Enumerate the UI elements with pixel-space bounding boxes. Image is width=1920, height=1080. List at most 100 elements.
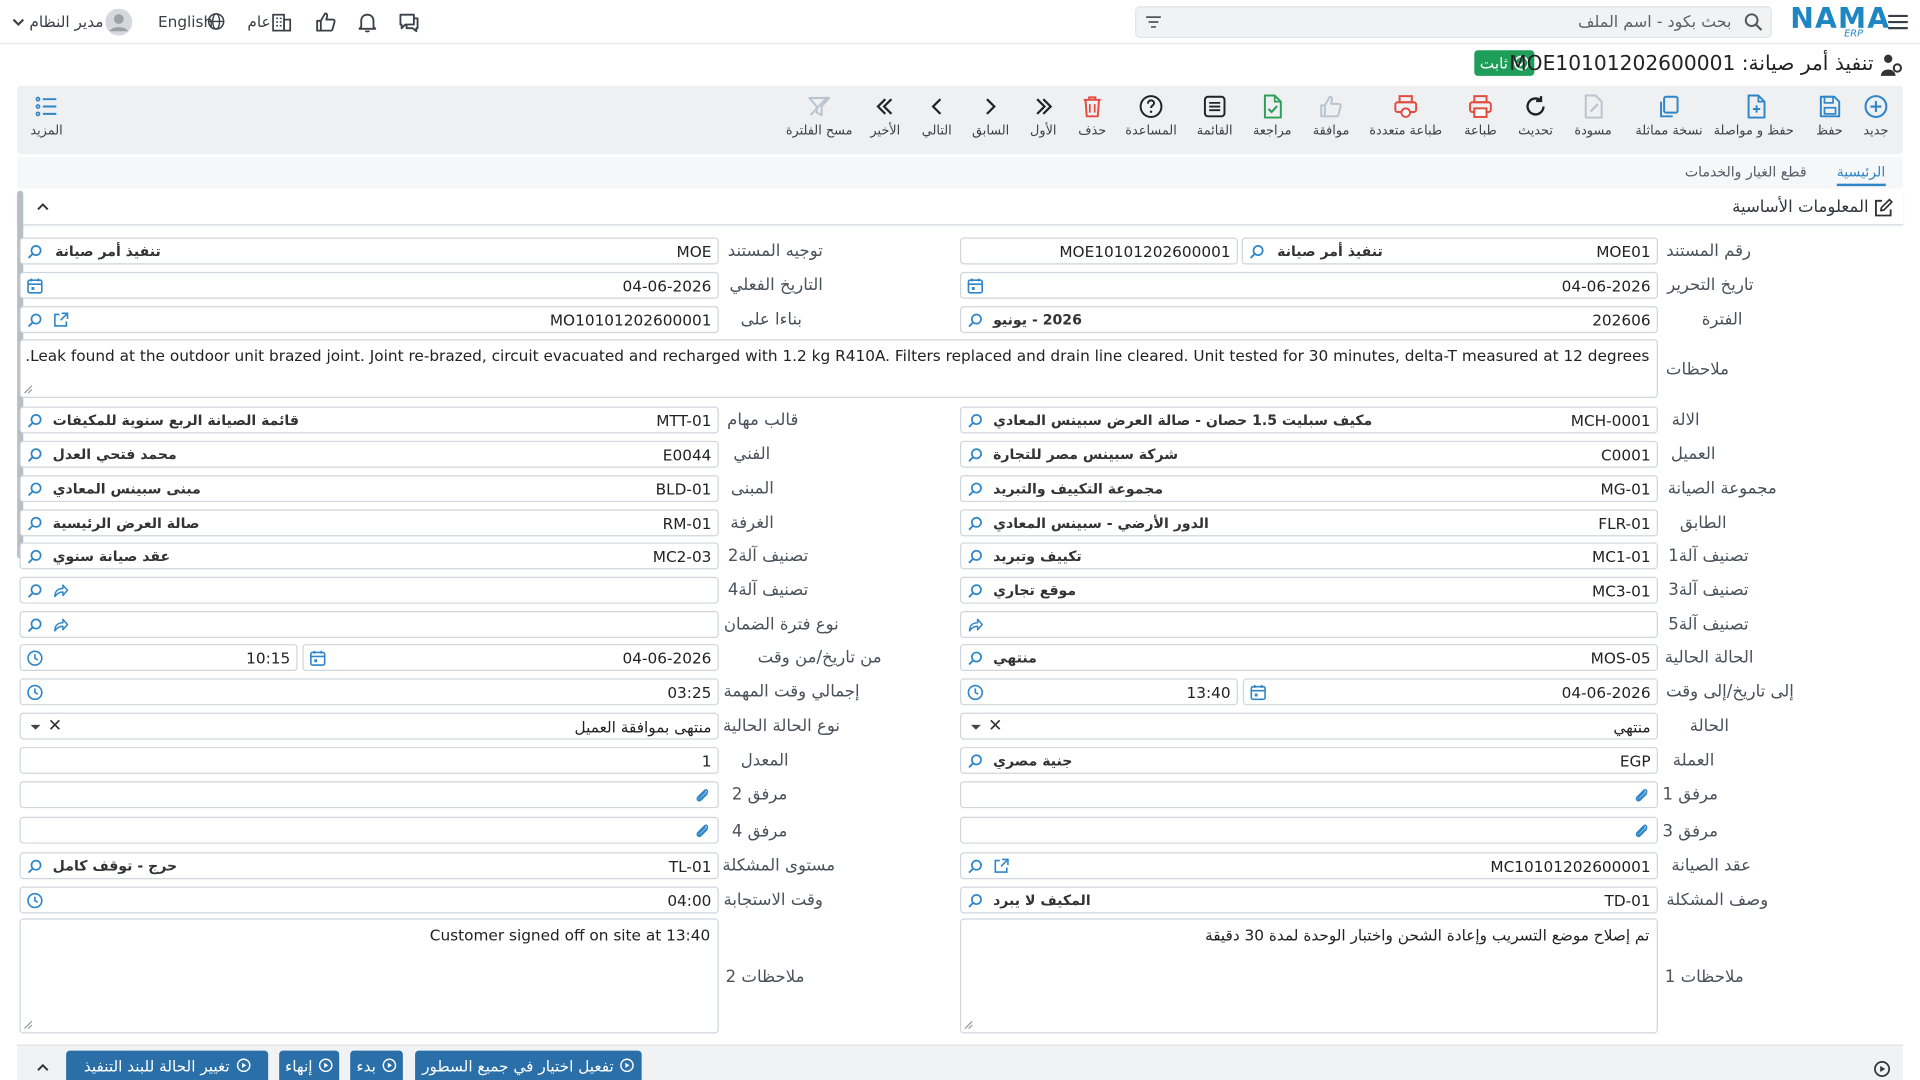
status-select[interactable]: منتهي ✕ [960, 712, 1658, 740]
maint-contract-label: عقد الصيانة [1671, 855, 1752, 876]
search-icon [27, 245, 42, 259]
notes-textarea[interactable]: Leak found at the outdoor unit brazed jo… [19, 339, 1658, 398]
user-name[interactable]: مدير النظام [29, 12, 103, 30]
nama-logo[interactable]: NAMA ERP [1790, 4, 1889, 41]
attachment2-field[interactable] [19, 781, 719, 809]
from-date-field[interactable]: 04-06-2026 [302, 644, 719, 672]
last-button[interactable]: الأخير [847, 93, 923, 138]
chevron-up-icon[interactable] [34, 198, 51, 215]
period-label: الفترة [1701, 309, 1743, 330]
actual-date-field[interactable]: 04-06-2026 [19, 271, 719, 299]
trash-icon [1079, 93, 1106, 120]
duplicate-button[interactable]: نسخة مماثلة [1631, 93, 1707, 138]
language-switch[interactable]: English [158, 12, 213, 30]
current-status-field[interactable]: MOS-05 منتهي [960, 644, 1658, 672]
based-on-field[interactable]: MO10101202600001 [19, 306, 719, 334]
search-icon [1249, 245, 1264, 259]
bell-icon[interactable] [355, 10, 379, 34]
edit-date-field[interactable]: 04-06-2026 [960, 271, 1658, 299]
clear-icon[interactable]: ✕ [48, 716, 62, 736]
avatar[interactable] [105, 8, 133, 36]
from-datetime-label: من تاريخ/من وقت [757, 647, 882, 668]
total-task-time-label: إجمالي وقت المهمة [723, 682, 860, 702]
maint-contract-field[interactable]: MC10101202600001 [960, 852, 1658, 880]
class1-field[interactable]: MC1-01 تكييف وتبريد [960, 542, 1658, 570]
tab-parts-services[interactable]: قطع الغيار والخدمات [1685, 163, 1807, 180]
to-date-field[interactable]: 04-06-2026 [1242, 678, 1658, 706]
to-time-field[interactable]: 13:40 [960, 678, 1238, 706]
search-input[interactable] [1170, 9, 1734, 35]
attachment3-field[interactable] [960, 816, 1658, 844]
floor-field[interactable]: FLR-01 الدور الأرضي - سبينس المعادي [960, 509, 1658, 537]
change-status-button[interactable]: تغيير الحالة للبند التنفيذ [66, 1050, 269, 1080]
maint-group-field[interactable]: MG-01 مجموعة التكييف والتبريد [960, 475, 1658, 503]
from-time-field[interactable]: 10:15 [19, 644, 298, 672]
based-on-label: بناءا على [740, 309, 803, 330]
response-time-field[interactable]: 04:00 [19, 886, 719, 914]
room-field[interactable]: RM-01 صالة العرض الرئيسية [19, 509, 719, 537]
save-icon [1816, 93, 1843, 120]
class3-field[interactable]: MC3-01 موقع تجاري [960, 576, 1658, 604]
hamburger-menu-icon[interactable] [1886, 10, 1910, 34]
doc-direction-field[interactable]: MOE تنفيذ أمر صيانة [19, 237, 719, 265]
building-field[interactable]: BLD-01 مبنى سبينس المعادي [19, 475, 719, 503]
attachment1-field[interactable] [960, 781, 1658, 809]
doc-number-field[interactable]: MOE01 تنفيذ أمر صيانة [1241, 237, 1658, 265]
start-button[interactable]: بدء [350, 1050, 403, 1080]
warranty-type-field[interactable] [19, 611, 719, 638]
multi-print-button[interactable]: طباعة متعددة [1368, 93, 1444, 138]
filter-lines-icon[interactable] [1145, 13, 1162, 30]
chevron-up-icon[interactable] [34, 1059, 51, 1076]
search-icon [968, 482, 982, 497]
resize-handle-icon [964, 1020, 973, 1030]
scope-label[interactable]: عام [247, 12, 270, 30]
search-box[interactable] [1135, 6, 1772, 38]
notes1-textarea[interactable]: تم إصلاح موضع التسريب وإعادة الشحن واختب… [960, 918, 1658, 1034]
apply-all-lines-button[interactable]: تفعيل اختيار في جميع السطور [415, 1050, 642, 1080]
period-field[interactable]: 202606 2026 - يونيو [960, 306, 1658, 334]
basic-info-section[interactable]: المعلومات الأساسية [17, 191, 1903, 226]
notes2-textarea[interactable]: Customer signed off on site at 13:40 [19, 918, 719, 1034]
rate-field[interactable]: 1 [19, 746, 719, 774]
search-icon[interactable] [1744, 12, 1764, 32]
clear-filter-button[interactable]: مسح الفلترة [781, 93, 857, 138]
edit-date-label: تاريخ التحرير [1667, 275, 1754, 296]
total-task-time-field[interactable]: 03:25 [19, 678, 719, 706]
class5-field[interactable] [960, 611, 1658, 638]
response-time-label: وقت الاستجابة [723, 890, 823, 910]
search-icon [27, 584, 42, 598]
save-button[interactable]: حفظ [1791, 93, 1867, 138]
finish-button[interactable]: إنهاء [279, 1050, 340, 1080]
save-continue-button[interactable]: حفظ و مواصلة [1714, 93, 1794, 138]
globe-icon[interactable] [207, 12, 225, 30]
problem-level-field[interactable]: TL-01 حرج - توقف كامل [19, 852, 719, 880]
technician-field[interactable]: E0044 محمد فتحي العدل [19, 440, 719, 468]
class4-field[interactable] [19, 576, 719, 604]
play-circle-icon[interactable] [1873, 1060, 1891, 1077]
customer-field[interactable]: C0001 شركة سبينس مصر للتجارة [960, 440, 1658, 468]
tab-main[interactable]: الرئيسية [1836, 163, 1886, 187]
building-icon[interactable] [271, 11, 293, 33]
chevron-down-icon[interactable] [10, 10, 27, 34]
attachment4-field[interactable] [19, 816, 719, 844]
clear-icon[interactable]: ✕ [988, 716, 1002, 736]
current-status-type-select[interactable]: منتهى بموافقة العميل ✕ [19, 712, 719, 740]
chat-icon[interactable] [397, 10, 421, 34]
more-button[interactable]: المزيد [9, 93, 85, 138]
attachment2-label: مرفق 2 [731, 784, 788, 805]
chevron-right-icon [977, 93, 1004, 120]
thumbs-up-icon[interactable] [313, 10, 337, 34]
print-button[interactable]: طباعة [1442, 93, 1518, 138]
machine-field[interactable]: MCH-0001 مكيف سبليت 1.5 حصان - صالة العر… [960, 406, 1658, 434]
currency-field[interactable]: EGP جنية مصري [960, 746, 1658, 774]
class4-label: تصنيف آلة4 [727, 580, 809, 601]
doc-serial-field[interactable]: MOE10101202600001 [960, 237, 1238, 265]
task-template-field[interactable]: MTT-01 قائمة الصيانة الربع سنوية للمكيفا… [19, 406, 719, 434]
class2-field[interactable]: MC2-03 عقد صيانة سنوي [19, 542, 719, 570]
problem-desc-field[interactable]: TD-01 المكيف لا يبرد [960, 886, 1658, 914]
technician-icon [1877, 51, 1904, 78]
technician-label: الفني [733, 444, 771, 465]
search-icon [968, 584, 982, 598]
search-icon [27, 313, 42, 328]
search-icon [27, 859, 42, 874]
